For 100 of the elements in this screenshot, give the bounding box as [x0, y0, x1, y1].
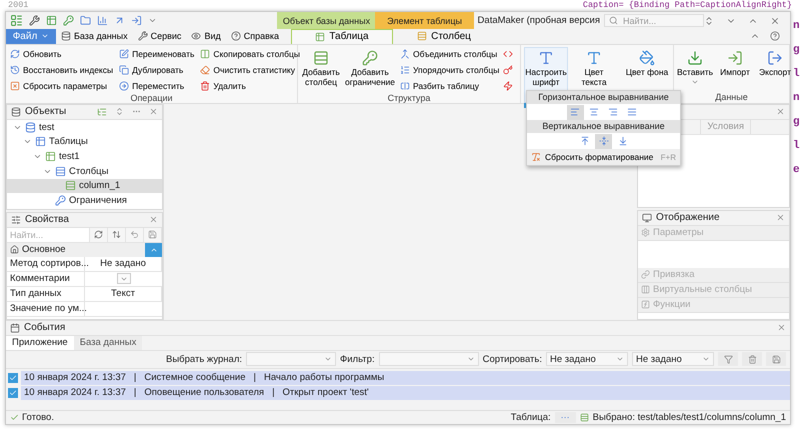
events-tab[interactable]: База данных: [74, 336, 142, 350]
delete-button[interactable]: [742, 352, 762, 366]
import-icon[interactable]: [131, 15, 142, 26]
table-icon[interactable]: [46, 15, 57, 26]
event-row[interactable]: 10 января 2024 г. 13:37 | Оповещение пользователя | Открыт проект 'test': [21, 386, 790, 400]
dropdown[interactable]: Не задано: [546, 352, 628, 366]
undo-button[interactable]: [126, 228, 144, 242]
ribbon-button[interactable]: Очистить статистику: [199, 62, 301, 77]
menu-tab[interactable]: База данных: [56, 29, 133, 44]
ribbon-button[interactable]: Удалить: [199, 78, 301, 93]
tree-item[interactable]: column_1: [7, 178, 162, 194]
event-message: Открыт проект 'test': [282, 387, 369, 398]
caret-icon[interactable]: [148, 16, 157, 25]
checkbox[interactable]: [8, 372, 18, 383]
expand-icon[interactable]: [115, 107, 124, 116]
context-tab-header: Объект базы данных: [277, 12, 376, 29]
menu-tab[interactable]: Вид: [186, 29, 226, 44]
trash-icon: [200, 80, 210, 91]
ribbon-button[interactable]: Упорядочить столбцы: [399, 62, 500, 77]
search-input[interactable]: Найти...: [621, 14, 701, 26]
code-icon[interactable]: [503, 48, 514, 59]
tree-icon[interactable]: [97, 106, 107, 117]
close-icon[interactable]: [770, 16, 780, 26]
filter-button[interactable]: [718, 352, 738, 366]
tools-icon[interactable]: [29, 15, 40, 26]
property-name: Комментарии: [7, 272, 85, 287]
menu-heading: Горизонтальное выравнивание: [527, 91, 680, 104]
menu-item[interactable]: Сбросить форматирование F+R: [527, 149, 680, 165]
history-icon: [10, 64, 20, 75]
code-letter: l: [793, 68, 800, 80]
tree-item[interactable]: test: [7, 120, 162, 135]
close-icon[interactable]: [149, 107, 158, 116]
ribbon-button[interactable]: Восстановить индексы: [9, 62, 114, 77]
ribbon-button[interactable]: Сбросить параметры: [9, 78, 114, 93]
tree-item[interactable]: test1: [7, 149, 162, 164]
refresh-button[interactable]: [90, 228, 108, 242]
insert-icon: [687, 50, 703, 66]
close-icon[interactable]: [776, 213, 785, 222]
arrow-icon[interactable]: [114, 15, 125, 26]
event-source: Системное сообщение: [144, 372, 246, 384]
copy-icon: [119, 64, 130, 75]
help-icon: [230, 31, 241, 42]
dropdown[interactable]: Не задано: [632, 352, 714, 366]
search-input[interactable]: Найти...: [7, 228, 87, 241]
ribbon-button[interactable]: Добавить столбец: [301, 46, 341, 93]
table-icon: [315, 32, 326, 42]
event-date: 10 января 2024 г. 13:37: [24, 387, 126, 398]
close-icon[interactable]: [149, 215, 158, 224]
ribbon-button[interactable]: Добавить ограничение: [344, 46, 396, 93]
collapse-button[interactable]: [145, 242, 162, 257]
line-number: 2001: [8, 0, 28, 11]
columns-icon: [200, 48, 210, 59]
tree-item[interactable]: Таблицы: [7, 134, 162, 150]
align-top-icon: [580, 136, 590, 146]
ribbon-button[interactable]: Импорт: [717, 46, 753, 92]
export-icon: [767, 50, 783, 66]
pen-icon: [119, 48, 130, 59]
list-icon: [400, 64, 410, 75]
ribbon-button[interactable]: Вставить: [677, 46, 713, 92]
ribbon-button[interactable]: Экспорт: [757, 46, 793, 92]
merge-icon: [400, 48, 410, 59]
ribbon-button[interactable]: Переименовать: [118, 46, 196, 61]
event-row[interactable]: 10 января 2024 г. 13:37 | Системное сообщение | Начало работы программы: [21, 370, 790, 385]
save-icon: [148, 230, 158, 240]
ribbon-button[interactable]: Переместить: [118, 78, 196, 93]
chart-icon[interactable]: [97, 15, 108, 26]
close-icon[interactable]: [777, 323, 786, 332]
events-tab[interactable]: Приложение: [6, 336, 74, 350]
check-icon: [10, 413, 19, 422]
ribbon-tab[interactable]: Столбец: [393, 29, 495, 44]
save-button[interactable]: [144, 228, 162, 242]
tree-item[interactable]: Ограничения: [7, 193, 162, 208]
restore-icon[interactable]: [704, 16, 714, 26]
key-icon[interactable]: [63, 15, 74, 26]
table-button[interactable]: ···: [554, 412, 576, 424]
tree-item[interactable]: Столбцы: [7, 164, 162, 179]
save-button[interactable]: [766, 352, 786, 366]
search-field[interactable]: Найти...: [604, 14, 704, 27]
help-icon[interactable]: [770, 31, 780, 42]
list-icon[interactable]: [10, 14, 23, 27]
monitor-icon: [642, 212, 652, 223]
column-add-icon: [313, 50, 329, 66]
ribbon-button[interactable]: Дублировать: [118, 62, 196, 77]
align-button[interactable]: [595, 134, 612, 148]
close-icon[interactable]: [776, 107, 785, 116]
align-button[interactable]: [566, 104, 584, 120]
menu-tab[interactable]: Справка: [226, 29, 284, 44]
ribbon-button[interactable]: Разбить таблицу: [399, 78, 500, 93]
sort-button[interactable]: [108, 228, 126, 242]
ribbon-tab[interactable]: Таблица: [291, 29, 393, 44]
menu-tab[interactable]: Сервис: [132, 29, 186, 44]
sliders-icon: [11, 214, 21, 225]
ribbon-button[interactable]: Объединить столбцы: [399, 46, 500, 61]
lightning-icon[interactable]: [503, 80, 514, 91]
checkbox[interactable]: [8, 388, 18, 398]
ribbon-button[interactable]: Скопировать столбцы: [199, 46, 301, 61]
ribbon-button[interactable]: Обновить: [9, 46, 114, 61]
key-icon[interactable]: [503, 64, 514, 75]
folder-icon[interactable]: [80, 15, 91, 26]
file-button[interactable]: Файл: [6, 29, 56, 44]
